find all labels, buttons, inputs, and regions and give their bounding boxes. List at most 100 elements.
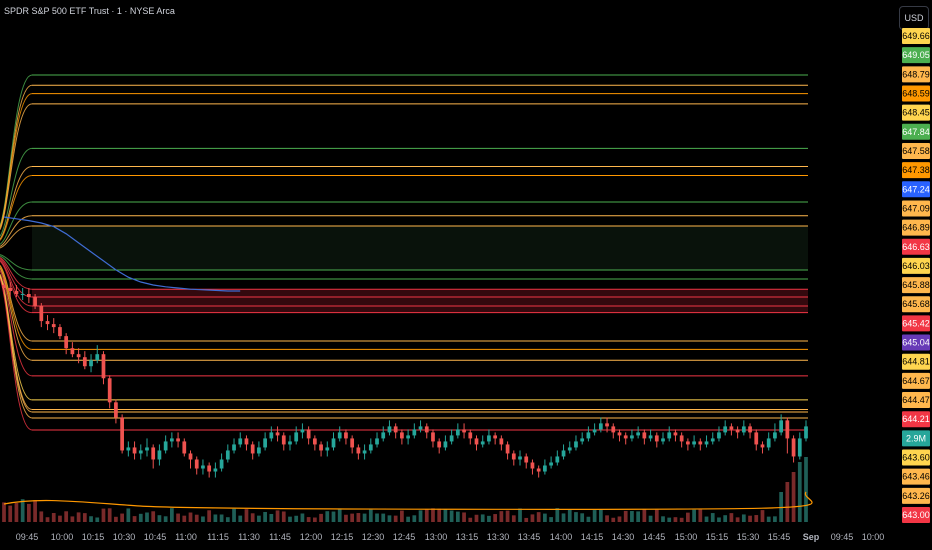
candle-body-38 — [238, 438, 243, 445]
volume-bar-74 — [462, 512, 466, 522]
x-tick-label-8: 11:45 — [269, 532, 291, 542]
volume-bar-3 — [20, 499, 25, 522]
volume-bar-50 — [312, 517, 317, 522]
candle-body-28 — [176, 438, 180, 442]
volume-bar-84 — [524, 517, 529, 522]
candle-body-64 — [400, 432, 404, 439]
price-label-23: 643.46 — [902, 472, 930, 482]
candle-body-117 — [729, 426, 734, 430]
candle-body-78 — [487, 435, 491, 442]
volume-bar-11 — [70, 516, 75, 522]
candle-body-16 — [101, 354, 106, 379]
candle-body-51 — [319, 444, 323, 451]
candle-body-63 — [393, 426, 398, 433]
candle-body-110 — [686, 441, 690, 445]
candle-body-10 — [64, 336, 69, 349]
volume-bar-68 — [424, 509, 429, 522]
price-label-21: 2.9M — [906, 433, 926, 443]
candle-body-111 — [692, 441, 696, 445]
volume-bar-2 — [14, 502, 19, 522]
x-tick-label-12: 12:45 — [393, 532, 416, 542]
candle-body-4 — [27, 294, 31, 298]
candle-body-35 — [219, 459, 224, 469]
candle-body-56 — [350, 438, 355, 448]
price-label-19: 644.47 — [902, 395, 930, 405]
candle-body-119 — [741, 426, 746, 433]
candle-body-104 — [648, 435, 653, 439]
volume-bar-70 — [437, 508, 442, 522]
volume-bar-63 — [393, 515, 398, 522]
volume-bar-129 — [804, 457, 808, 522]
volume-bar-26 — [163, 516, 168, 522]
candle-body-90 — [561, 450, 566, 457]
candle-body-89 — [555, 456, 560, 463]
candle-body-81 — [505, 444, 510, 454]
volume-bar-55 — [344, 514, 348, 522]
candle-body-69 — [431, 432, 435, 442]
left-curves — [0, 74, 33, 431]
volume-bar-91 — [567, 509, 572, 522]
candle-body-94 — [586, 432, 591, 439]
volume-bar-126 — [785, 482, 790, 522]
candle-body-19 — [120, 417, 124, 451]
price-label-5: 647.84 — [902, 127, 930, 137]
volume-bar-95 — [592, 510, 597, 522]
price-label-24: 643.26 — [902, 491, 930, 501]
volume-bar-8 — [51, 513, 56, 522]
candle-body-55 — [344, 432, 348, 439]
price-label-3: 648.59 — [902, 88, 930, 98]
candle-body-77 — [480, 441, 485, 445]
x-tick-label-24: 15:45 — [768, 532, 791, 542]
candle-body-0 — [2, 284, 6, 288]
candle-body-105 — [654, 435, 659, 442]
price-label-25: 643.00 — [902, 510, 930, 520]
volume-bar-117 — [729, 513, 734, 522]
candle-body-83 — [518, 456, 522, 460]
volume-bar-36 — [225, 517, 230, 522]
price-axis[interactable]: 649.66 649.05 648.79 648.59 648.45 647.84 647.… — [902, 28, 930, 523]
volume-bar-7 — [45, 517, 50, 522]
curve-4 — [0, 147, 33, 237]
candle-body-82 — [511, 453, 516, 460]
volume-bar-20 — [126, 508, 131, 522]
candle-body-99 — [617, 432, 622, 436]
volume-bar-78 — [487, 515, 491, 522]
volume-bar-16 — [101, 508, 106, 522]
candle-body-103 — [642, 432, 647, 439]
volume-bar-43 — [269, 513, 274, 522]
volume-bar-57 — [356, 513, 361, 522]
x-tick-label-27: 10:00 — [862, 532, 885, 542]
candle-body-95 — [592, 429, 597, 433]
volume-bar-89 — [555, 508, 560, 522]
volume-bar-103 — [642, 509, 647, 522]
candle-body-84 — [524, 456, 529, 463]
price-label-13: 645.88 — [902, 280, 930, 290]
candle-body-100 — [623, 435, 628, 439]
volume-bar-85 — [530, 514, 535, 522]
x-tick-label-20: 14:45 — [643, 532, 666, 542]
candle-body-113 — [704, 441, 709, 445]
candlestick-chart[interactable]: 09:45 10:00 10:15 10:30 10:45 11:00 11:15 11:30… — [0, 0, 932, 550]
volume-bar-59 — [368, 509, 373, 522]
volume-bar-119 — [741, 514, 746, 522]
candle-body-122 — [760, 444, 765, 448]
candle-body-45 — [281, 435, 286, 445]
x-tick-label-23: 15:30 — [737, 532, 760, 542]
x-tick-label-6: 11:15 — [207, 532, 229, 542]
volume-bar-47 — [294, 515, 299, 522]
candle-body-21 — [132, 447, 137, 454]
volume-bar-45 — [281, 511, 286, 522]
candle-body-30 — [188, 453, 193, 460]
x-tick-label-14: 13:15 — [456, 532, 479, 542]
volume-bar-106 — [661, 516, 665, 522]
volume-bar-86 — [536, 512, 541, 522]
volume-bar-122 — [760, 510, 765, 522]
candle-body-96 — [598, 423, 603, 430]
candle-body-22 — [138, 450, 143, 454]
volume-bar-6 — [39, 511, 44, 522]
price-label-16: 645.04 — [902, 338, 930, 348]
candle-body-80 — [499, 438, 504, 445]
candle-body-97 — [605, 423, 609, 427]
candle-body-33 — [207, 465, 212, 472]
candle-body-1 — [8, 288, 13, 292]
